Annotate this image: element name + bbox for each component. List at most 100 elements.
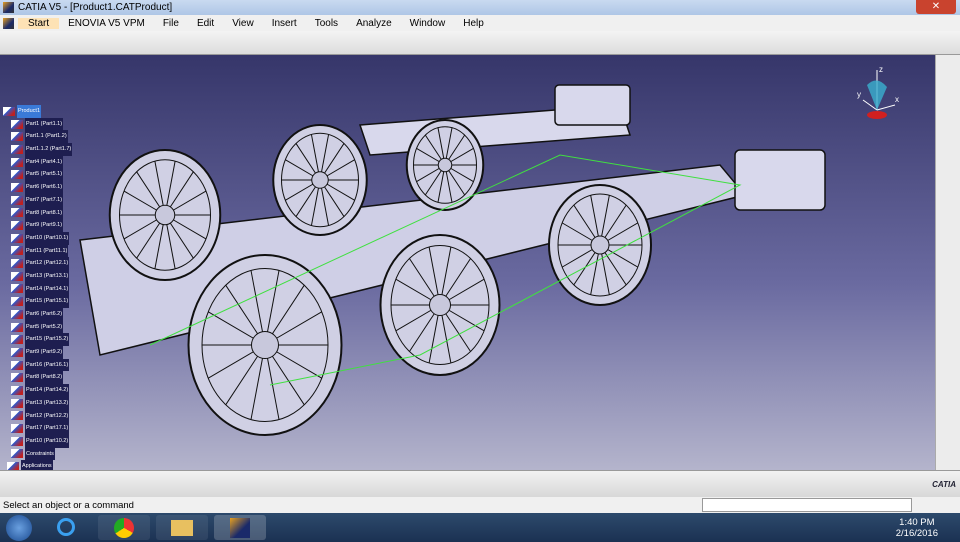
taskbar-catia[interactable] — [214, 515, 266, 540]
tree-node[interactable]: Part11 (Part11.1) — [3, 244, 72, 258]
clock-time: 1:40 PM — [899, 517, 935, 528]
specification-tree[interactable]: Product1 Part1 (Part1.1) Part1.1 (Part1.2)… — [3, 105, 73, 470]
tree-node[interactable]: Part15 (Part15.2) — [3, 333, 72, 347]
part-icon — [11, 347, 23, 357]
taskbar-ie[interactable] — [40, 515, 92, 540]
part-icon — [11, 411, 23, 421]
tree-node[interactable]: Applications — [3, 460, 72, 470]
part-icon — [11, 309, 23, 319]
tree-node[interactable]: Product1 — [3, 105, 72, 118]
menu-view[interactable]: View — [223, 18, 263, 29]
start-button[interactable] — [6, 515, 32, 541]
tree-node-label: Part15 (Part15.2) — [25, 333, 70, 347]
3d-viewport[interactable]: Product1 Part1 (Part1.1) Part1.1 (Part1.2)… — [0, 55, 935, 470]
tree-node-label: Part14 (Part14.1) — [25, 282, 70, 296]
tree-node-label: Part14 (Part14.2) — [25, 384, 70, 397]
axis-z-label: z — [879, 65, 883, 74]
part-icon — [11, 424, 23, 434]
tree-node[interactable]: Part6 (Part6.2) — [3, 308, 72, 321]
taskbar-chrome[interactable] — [98, 515, 150, 540]
catia-icon — [230, 518, 250, 538]
tree-node[interactable]: Part1.1 (Part1.2) — [3, 130, 72, 144]
tree-node[interactable]: Part5 (Part5.2) — [3, 320, 72, 334]
tree-node[interactable]: Part14 (Part14.2) — [3, 384, 72, 397]
part-icon — [11, 398, 23, 408]
tree-node[interactable]: Part10 (Part10.2) — [3, 434, 72, 448]
tree-node-label: Part8 (Part8.2) — [25, 371, 64, 385]
menu-analyze[interactable]: Analyze — [347, 18, 401, 29]
compass[interactable]: z x y — [855, 65, 900, 120]
tree-node-label: Part1.1.2 (Part1.7) — [25, 143, 73, 156]
menu-insert[interactable]: Insert — [263, 18, 306, 29]
taskbar-explorer[interactable] — [156, 515, 208, 540]
tree-node[interactable]: Part9 (Part9.2) — [3, 346, 72, 359]
menu-tools[interactable]: Tools — [306, 18, 347, 29]
wheel — [272, 124, 368, 236]
tree-node-label: Part5 (Part5.2) — [25, 320, 64, 334]
tree-node-label: Part1.1 (Part1.2) — [25, 130, 68, 144]
part-icon — [7, 462, 19, 470]
tree-node[interactable]: Part15 (Part15.1) — [3, 295, 72, 309]
tree-node-label: Part11 (Part11.1) — [25, 244, 69, 258]
part-icon — [11, 119, 23, 129]
catia-menu-icon[interactable] — [3, 17, 14, 29]
wheel — [108, 149, 222, 281]
command-input[interactable] — [702, 498, 912, 512]
menu-window[interactable]: Window — [401, 18, 455, 29]
menu-bar: Start ENOVIA V5 VPM File Edit View Inser… — [0, 15, 960, 31]
ie-icon — [57, 518, 75, 536]
tree-node[interactable]: Part1.1.2 (Part1.7) — [3, 143, 73, 156]
tree-node[interactable]: Part8 (Part8.1) — [3, 206, 72, 220]
part-icon — [11, 297, 23, 307]
part-icon — [11, 170, 23, 180]
axis-y-label: y — [857, 90, 861, 99]
tree-node[interactable]: Part7 (Part7.1) — [3, 193, 72, 207]
status-prompt: Select an object or a command — [3, 499, 134, 511]
part-icon — [11, 436, 23, 446]
tree-node[interactable]: Part1 (Part1.1) — [3, 117, 72, 131]
part-icon — [11, 221, 23, 231]
tree-node[interactable]: Part10 (Part10.1) — [3, 231, 72, 245]
tree-node[interactable]: Part12 (Part12.1) — [3, 257, 72, 270]
menu-start[interactable]: Start — [18, 17, 60, 29]
tree-node-label: Part13 (Part13.1) — [25, 269, 70, 283]
tree-node[interactable]: Part17 (Part17.1) — [3, 422, 72, 435]
window-title: CATIA V5 - [Product1.CATProduct] — [18, 2, 173, 13]
close-button[interactable]: ✕ — [916, 0, 956, 14]
bottom-toolbar: CATIA — [0, 470, 960, 497]
tree-node-label: Part17 (Part17.1) — [25, 422, 70, 435]
tree-node-label: Applications — [21, 460, 53, 470]
tree-node[interactable]: Part5 (Part5.1) — [3, 168, 72, 182]
part-icon — [11, 157, 23, 167]
folder-icon — [171, 520, 193, 536]
tree-node[interactable]: Part9 (Part9.1) — [3, 219, 72, 232]
menu-file[interactable]: File — [154, 18, 188, 29]
locomotive-model[interactable] — [0, 55, 935, 470]
tree-node[interactable]: Part13 (Part13.2) — [3, 396, 72, 410]
wheel — [405, 119, 485, 211]
tree-node[interactable]: Part14 (Part14.1) — [3, 282, 72, 296]
tree-node[interactable]: Part16 (Part16.1) — [3, 358, 72, 372]
part-icon — [11, 208, 23, 218]
tree-node-label: Part8 (Part8.1) — [25, 206, 64, 220]
tree-node-label: Part10 (Part10.2) — [25, 434, 70, 448]
catia-app-icon — [3, 2, 14, 13]
system-clock[interactable]: 1:40 PM 2/16/2016 — [896, 517, 938, 539]
tree-node-label: Part6 (Part6.1) — [25, 181, 64, 194]
part-icon — [11, 449, 23, 459]
tree-node-label: Part12 (Part12.1) — [25, 257, 70, 270]
part-icon — [3, 106, 15, 116]
tree-node[interactable]: Part13 (Part13.1) — [3, 269, 72, 283]
tree-node[interactable]: Part6 (Part6.1) — [3, 181, 72, 194]
menu-help[interactable]: Help — [454, 18, 493, 29]
tree-node-label: Part1 (Part1.1) — [25, 117, 64, 131]
tree-node[interactable]: Part8 (Part8.2) — [3, 371, 72, 385]
tree-node[interactable]: Part4 (Part4.1) — [3, 155, 72, 169]
menu-enovia[interactable]: ENOVIA V5 VPM — [59, 18, 154, 29]
tree-node-label: Product1 — [17, 105, 42, 118]
part-icon — [11, 132, 23, 142]
tree-node[interactable]: Constraints — [3, 447, 72, 461]
menu-edit[interactable]: Edit — [188, 18, 223, 29]
tree-node[interactable]: Part12 (Part12.2) — [3, 409, 72, 423]
front-cylinder — [734, 149, 826, 211]
